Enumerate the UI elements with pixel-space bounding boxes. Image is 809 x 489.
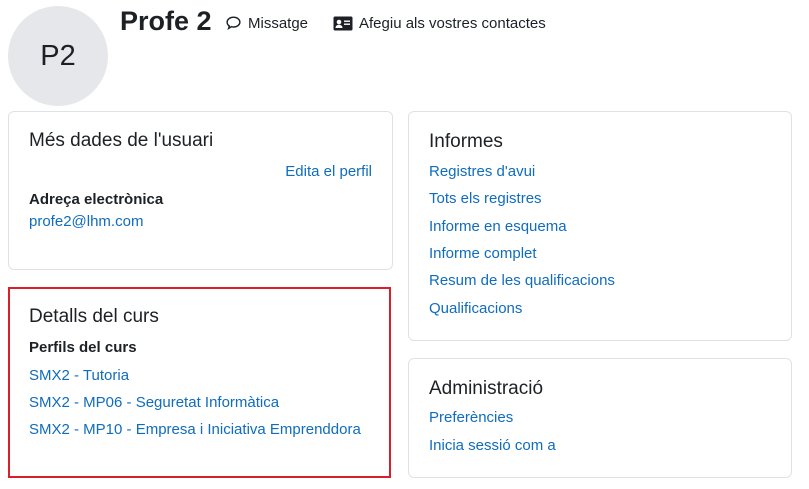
course-link[interactable]: SMX2 - MP06 - Seguretat Informàtica	[29, 393, 279, 413]
course-profiles-label: Perfils del curs	[29, 339, 137, 356]
address-card-icon	[333, 16, 353, 31]
report-link-grades-overview[interactable]: Resum de les qualificacions	[429, 271, 615, 291]
add-contact-button[interactable]: Afegiu als vostres contactes	[333, 13, 546, 33]
course-details-title: Detalls del curs	[29, 306, 159, 327]
administration-title: Administració	[429, 378, 544, 399]
email-label: Adreça electrònica	[29, 191, 164, 208]
email-link[interactable]: profe2@lhm.com	[29, 212, 143, 232]
add-contact-label: Afegiu als vostres contactes	[359, 14, 546, 32]
user-name: Profe 2	[120, 6, 212, 36]
course-details-card: Detalls del curs Perfils del curs SMX2 -…	[8, 287, 391, 478]
report-link-all-logs[interactable]: Tots els registres	[429, 189, 542, 209]
administration-card: Administració Preferències Inicia sessió…	[408, 358, 792, 478]
edit-profile-link[interactable]: Edita el perfil	[285, 162, 372, 182]
login-as-link[interactable]: Inicia sessió com a	[429, 436, 556, 456]
user-details-card: Més dades de l'usuari Edita el perfil Ad…	[8, 111, 393, 270]
reports-card: Informes Registres d'avui Tots els regis…	[408, 111, 792, 341]
report-link-today-logs[interactable]: Registres d'avui	[429, 162, 535, 182]
report-link-outline[interactable]: Informe en esquema	[429, 217, 567, 237]
reports-title: Informes	[429, 131, 503, 152]
avatar-initials: P2	[40, 39, 76, 72]
message-label: Missatge	[248, 14, 309, 32]
report-link-grades[interactable]: Qualificacions	[429, 299, 522, 319]
report-link-complete[interactable]: Informe complet	[429, 244, 537, 264]
user-details-title: Més dades de l'usuari	[29, 130, 214, 151]
course-link[interactable]: SMX2 - MP10 - Empresa i Iniciativa Empre…	[29, 420, 361, 440]
message-button[interactable]: Missatge	[225, 13, 308, 33]
speech-bubble-icon	[225, 15, 242, 31]
preferences-link[interactable]: Preferències	[429, 408, 513, 428]
avatar: P2	[8, 6, 108, 106]
course-link[interactable]: SMX2 - Tutoria	[29, 366, 129, 386]
